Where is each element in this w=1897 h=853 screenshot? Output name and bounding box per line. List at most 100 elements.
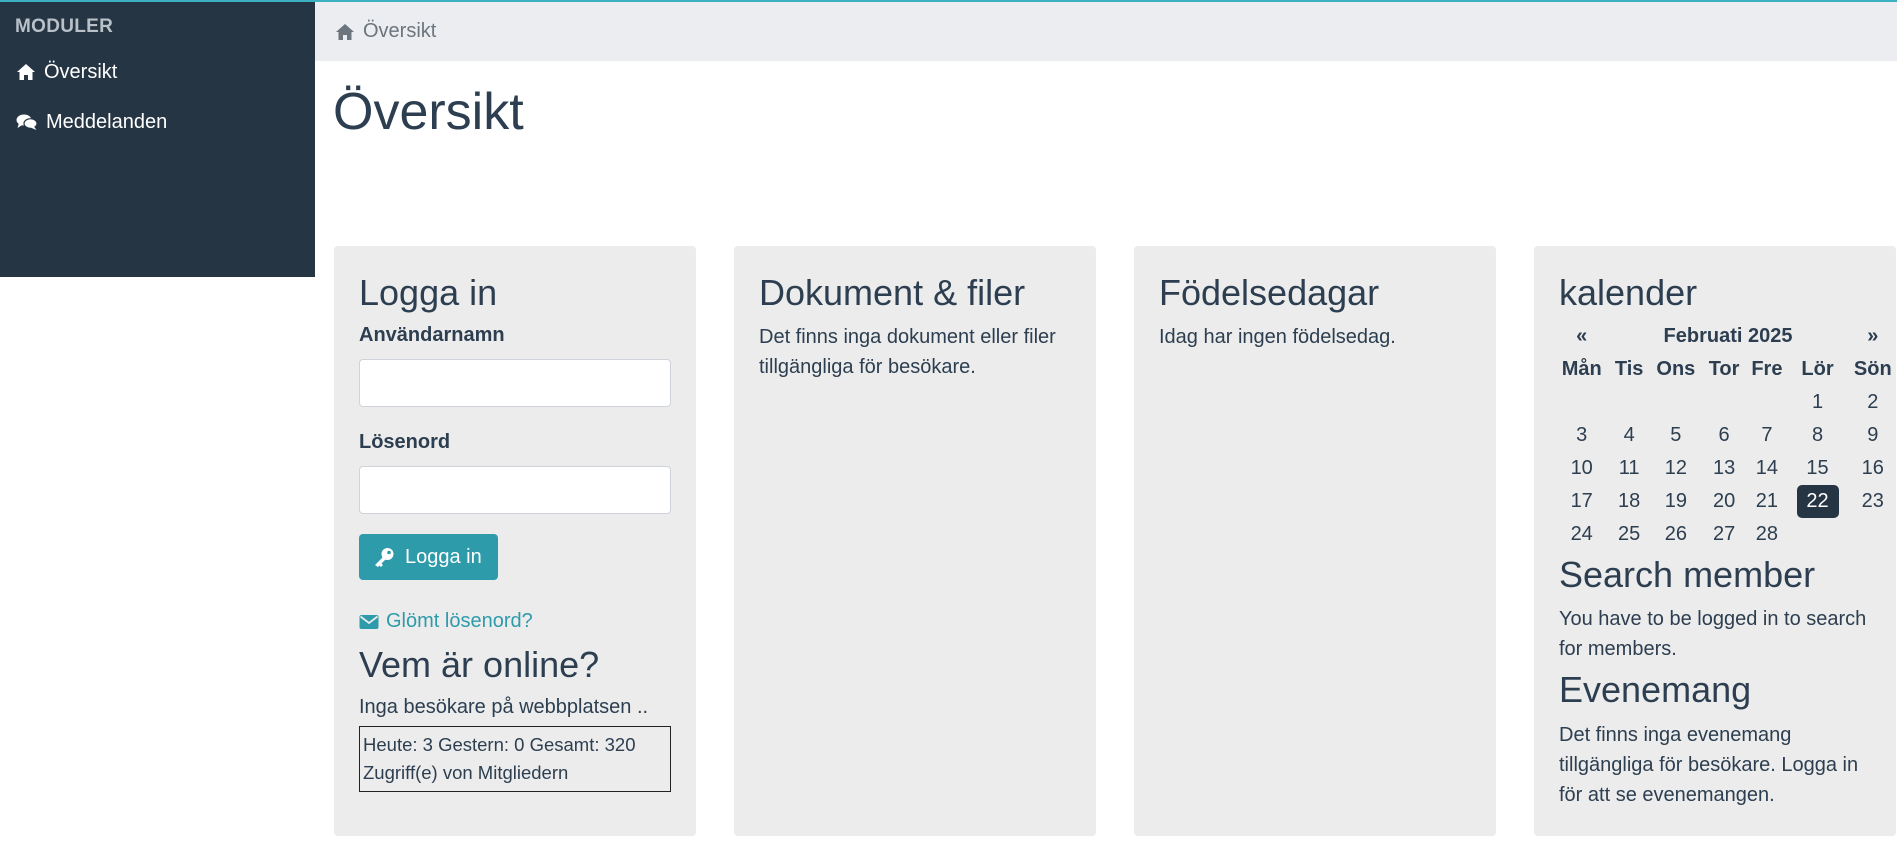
calendar-day[interactable]: 16 [1862, 457, 1884, 479]
online-text: Inga besökare på webbplatsen .. [359, 696, 649, 719]
calendar-cell: 28 [1745, 518, 1788, 551]
calendar-day[interactable]: 10 [1571, 457, 1593, 479]
weekday-header: Tor [1708, 358, 1740, 381]
calendar-day-today[interactable]: 22 [1796, 485, 1839, 519]
calendar-empty-cell [1788, 518, 1846, 551]
page-title: Översikt [333, 83, 524, 141]
events-title: Evenemang [1559, 669, 1752, 711]
home-icon [17, 64, 35, 80]
weekday-header: Fre [1751, 358, 1783, 381]
calendar-cell: 19 [1649, 485, 1703, 518]
breadcrumb-item[interactable]: Översikt [363, 20, 436, 43]
home-icon [336, 23, 354, 40]
calendar-weekday-row: Mån Tis Ons Tor Fre Lör Sön [1554, 353, 1897, 386]
calendar-cell: 18 [1609, 485, 1649, 518]
comments-icon [16, 114, 38, 130]
calendar-cell: 11 [1609, 452, 1649, 485]
calendar-cell: 10 [1554, 452, 1609, 485]
calendar-title: kalender [1559, 272, 1698, 313]
calendar-cell: 23 [1847, 485, 1897, 518]
calendar-cell: 20 [1703, 485, 1746, 518]
calendar-day[interactable]: 8 [1812, 424, 1823, 446]
calendar-day[interactable]: 27 [1713, 523, 1735, 545]
calendar-table: « Februati 2025 » Mån Tis Ons Tor Fre Lö… [1554, 320, 1897, 551]
weekday-header: Sön [1853, 358, 1892, 381]
calendar-cell: 14 [1745, 452, 1788, 485]
calendar-day[interactable]: 6 [1719, 424, 1730, 446]
calendar-cell: 24 [1554, 518, 1609, 551]
calendar-day[interactable]: 14 [1756, 457, 1778, 479]
weekday-header: Tis [1614, 358, 1644, 381]
calendar-cell: 22 [1788, 485, 1846, 519]
calendar-day[interactable]: 11 [1619, 457, 1640, 479]
weekday-header: Lör [1801, 358, 1834, 381]
search-member-text: You have to be logged in to search for m… [1559, 608, 1867, 661]
calendar-cell: 17 [1554, 485, 1609, 518]
calendar-empty-cell [1847, 518, 1897, 551]
login-title: Logga in [359, 272, 498, 313]
calendar-cell: 21 [1745, 485, 1788, 518]
breadcrumb: Översikt [315, 2, 1897, 61]
sidebar-heading: MODULER [15, 16, 114, 37]
calendar-day[interactable]: 9 [1867, 424, 1878, 446]
calendar-cell: 2 [1847, 386, 1897, 419]
envelope-icon [359, 614, 379, 629]
calendar-day[interactable]: 26 [1665, 523, 1687, 545]
calendar-days: 1 2 3 4 5 6 7 8 9 10 11 12 13 14 15 16 17 18 19 20 21 22 23 24 2… [1554, 386, 1897, 551]
search-member-title: Search member [1559, 554, 1816, 596]
calendar-month-label: Februati 2025 [1663, 325, 1793, 348]
username-input[interactable] [359, 359, 671, 408]
calendar-day[interactable]: 17 [1571, 490, 1593, 512]
calendar-day[interactable]: 21 [1756, 490, 1778, 512]
sidebar-item-meddelanden[interactable]: Meddelanden [0, 97, 315, 147]
calendar-day[interactable]: 13 [1713, 457, 1735, 479]
birthdays-text: Idag har ingen födelsedag. [1159, 326, 1396, 349]
key-icon [375, 548, 394, 568]
birthdays-title: Födelsedagar [1159, 272, 1380, 313]
calendar-cell: 7 [1745, 419, 1788, 452]
calendar-card: kalender « Februati 2025 » Mån Tis Ons T… [1534, 246, 1896, 836]
calendar-week-row: 12 [1554, 386, 1897, 419]
calendar-day[interactable]: 20 [1713, 490, 1735, 512]
calendar-day[interactable]: 2 [1867, 391, 1878, 413]
calendar-day[interactable]: 7 [1761, 424, 1772, 446]
calendar-day[interactable]: 28 [1756, 523, 1778, 545]
calendar-day[interactable]: 15 [1806, 457, 1828, 479]
online-title: Vem är online? [359, 644, 600, 686]
calendar-day[interactable]: 24 [1571, 523, 1593, 545]
weekday-header: Ons [1656, 358, 1696, 381]
password-label: Lösenord [359, 431, 451, 454]
calendar-prev-month[interactable]: « [1554, 320, 1609, 353]
password-input[interactable] [359, 466, 671, 515]
calendar-empty-cell [1649, 386, 1703, 419]
calendar-day[interactable]: 1 [1812, 391, 1823, 413]
calendar-week-row: 10 11 12 13 14 15 16 [1554, 452, 1897, 485]
calendar-cell: 25 [1609, 518, 1649, 551]
sidebar: MODULER Översikt Meddelanden [0, 2, 315, 277]
visit-counter: Heute: 3 Gestern: 0 Gesamt: 320 Zugriff(… [359, 726, 671, 793]
calendar-day[interactable]: 18 [1618, 490, 1640, 512]
documents-title: Dokument & filer [759, 272, 1026, 313]
documents-card: Dokument & filer Det finns inga dokument… [734, 246, 1096, 836]
calendar-day[interactable]: 23 [1862, 490, 1884, 512]
sidebar-item-label: Översikt [44, 60, 118, 83]
birthdays-card: Födelsedagar Idag har ingen födelsedag. [1134, 246, 1496, 836]
calendar-cell: 3 [1554, 419, 1609, 452]
calendar-cell: 8 [1788, 419, 1846, 452]
calendar-cell: 12 [1649, 452, 1703, 485]
calendar-day[interactable]: 4 [1624, 424, 1635, 446]
calendar-day[interactable]: 5 [1670, 424, 1681, 446]
login-button[interactable]: Logga in [359, 534, 498, 581]
sidebar-item-oversikt[interactable]: Översikt [0, 47, 315, 97]
calendar-cell: 13 [1703, 452, 1746, 485]
calendar-cell: 9 [1847, 419, 1897, 452]
calendar-next-month[interactable]: » [1847, 320, 1897, 353]
calendar-empty-cell [1554, 386, 1609, 419]
calendar-day[interactable]: 3 [1576, 424, 1587, 446]
forgot-password-link[interactable]: Glömt lösenord? [359, 610, 671, 633]
calendar-cell: 16 [1847, 452, 1897, 485]
calendar-nav-row: « Februati 2025 » [1554, 320, 1897, 353]
calendar-day[interactable]: 12 [1665, 457, 1687, 479]
calendar-day[interactable]: 19 [1665, 490, 1687, 512]
calendar-day[interactable]: 25 [1618, 523, 1640, 545]
